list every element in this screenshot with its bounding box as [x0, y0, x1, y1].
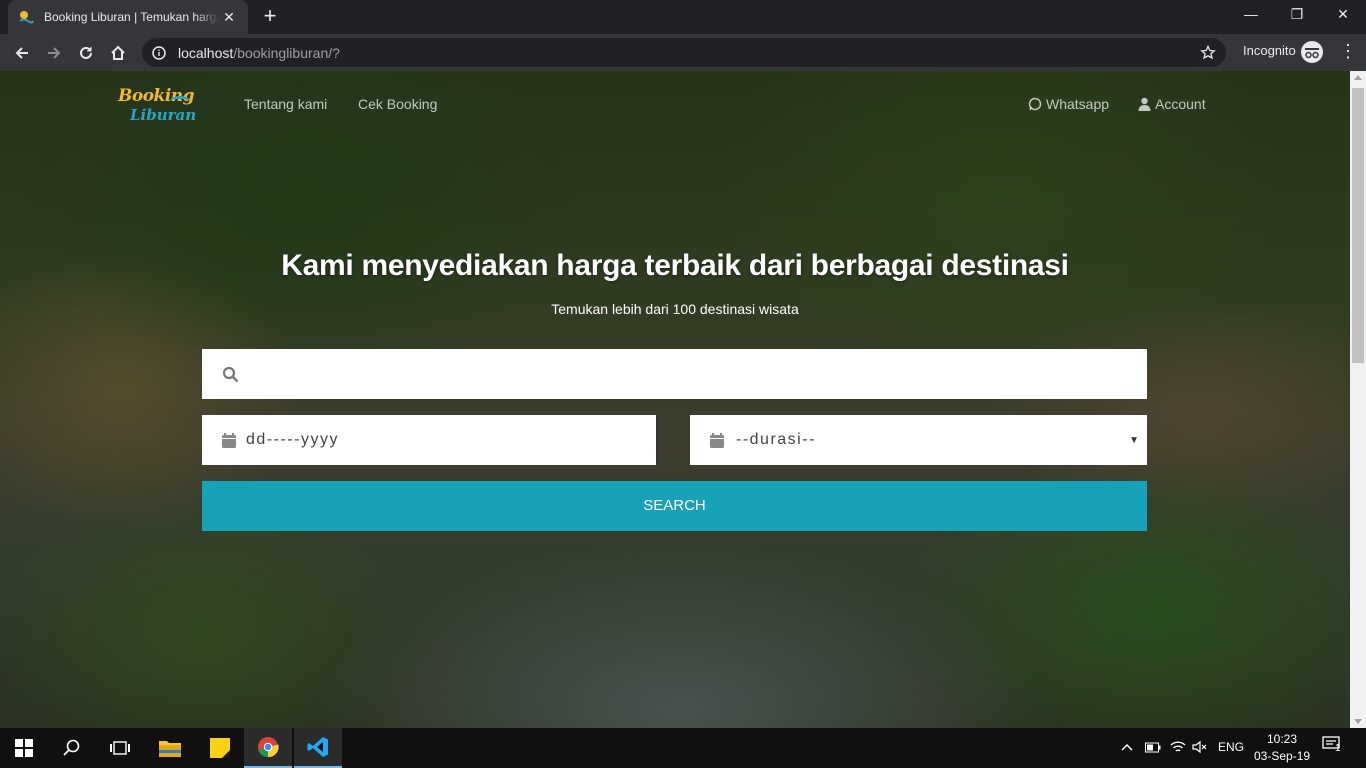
logo-wave-icon — [170, 96, 190, 106]
incognito-label: Incognito — [1243, 43, 1296, 58]
whatsapp-icon — [1028, 97, 1042, 111]
arrow-left-icon — [15, 47, 28, 59]
page-scrollbar[interactable] — [1350, 71, 1366, 728]
windows-logo-icon — [15, 739, 33, 757]
url-text[interactable]: localhost/bookingliburan/? — [178, 45, 340, 61]
hero-title: Kami menyediakan harga terbaik dari berb… — [281, 249, 1069, 282]
duration-value: --durasi-- — [736, 431, 816, 448]
date-field[interactable]: dd-----yyyy — [202, 415, 658, 465]
start-button[interactable] — [0, 728, 48, 768]
clock-date[interactable]: 03-Sep-19 — [1254, 749, 1310, 763]
reload-button[interactable] — [72, 39, 100, 67]
notification-count: 1 — [1335, 743, 1341, 754]
browser-tab[interactable]: Booking Liburan | Temukan harga terbaik … — [8, 0, 248, 34]
nav-cek-booking[interactable]: Cek Booking — [358, 96, 437, 112]
date-placeholder: dd-----yyyy — [246, 431, 339, 448]
bookmark-star-icon[interactable] — [1200, 44, 1216, 61]
taskbar-search-button[interactable] — [48, 728, 96, 768]
calendar-icon — [222, 432, 236, 448]
taskbar-vscode[interactable] — [294, 728, 342, 768]
tab-close-icon[interactable]: ✕ — [220, 9, 238, 26]
info-icon[interactable] — [152, 45, 166, 60]
back-button[interactable] — [8, 39, 36, 67]
nav-account[interactable]: Account — [1138, 96, 1206, 112]
hero-section: Booking Liburan Tentang kami Cek Booking… — [0, 71, 1350, 728]
sticky-notes-icon — [210, 738, 230, 758]
search-icon — [63, 739, 80, 756]
forward-button[interactable] — [40, 39, 68, 67]
taskbar-file-explorer[interactable] — [146, 728, 194, 768]
browser-toolbar: localhost/bookingliburan/? Incognito ⋮ — [0, 34, 1366, 71]
battery-icon[interactable] — [1145, 742, 1161, 753]
taskbar-sticky-notes[interactable] — [196, 728, 244, 768]
site-logo[interactable]: Booking Liburan — [118, 86, 196, 132]
user-icon — [1138, 97, 1151, 111]
scroll-up-icon[interactable] — [1354, 75, 1362, 80]
hero-subtitle: Temukan lebih dari 100 destinasi wisata — [551, 301, 799, 317]
browser-titlebar: Booking Liburan | Temukan harga terbaik … — [0, 0, 1366, 34]
search-input[interactable] — [251, 349, 1147, 399]
arrow-right-icon — [48, 47, 61, 59]
home-icon — [111, 45, 125, 60]
action-center-button[interactable]: 1 — [1322, 736, 1346, 760]
windows-taskbar: ENG 10:23 03-Sep-19 1 — [0, 728, 1366, 768]
home-button[interactable] — [104, 39, 132, 67]
chrome-icon — [258, 737, 279, 758]
incognito-icon[interactable] — [1301, 41, 1323, 63]
clock-time[interactable]: 10:23 — [1267, 732, 1297, 746]
nav-tentang-kami[interactable]: Tentang kami — [244, 96, 327, 112]
tab-title: Booking Liburan | Temukan harga terbaik — [44, 10, 220, 24]
search-icon — [222, 366, 239, 382]
language-indicator[interactable]: ENG — [1218, 740, 1244, 754]
wifi-icon[interactable] — [1170, 740, 1186, 754]
address-bar[interactable]: localhost/bookingliburan/? — [142, 38, 1226, 67]
site-favicon-icon — [18, 9, 34, 25]
duration-select[interactable]: --durasi-- ▼ — [690, 415, 1147, 465]
folder-icon — [159, 741, 181, 757]
scroll-thumb[interactable] — [1352, 88, 1364, 363]
maximize-button[interactable]: ❐ — [1274, 0, 1320, 30]
calendar-icon — [710, 432, 724, 448]
vscode-icon — [307, 737, 328, 757]
chevron-up-icon[interactable] — [1121, 742, 1133, 752]
task-view-button[interactable] — [96, 728, 144, 768]
chrome-menu-icon[interactable]: ⋮ — [1338, 40, 1358, 66]
close-window-button[interactable]: ✕ — [1320, 0, 1366, 30]
new-tab-button[interactable]: + — [258, 4, 282, 30]
speaker-muted-icon[interactable] — [1192, 740, 1208, 754]
nav-whatsapp[interactable]: Whatsapp — [1028, 96, 1109, 112]
reload-icon — [80, 46, 92, 59]
taskbar-chrome[interactable] — [244, 728, 292, 768]
scroll-down-icon[interactable] — [1354, 719, 1362, 724]
search-button[interactable]: SEARCH — [202, 481, 1147, 531]
dropdown-arrow-icon: ▼ — [1129, 435, 1139, 446]
task-view-icon — [110, 741, 130, 755]
destination-search-field[interactable] — [202, 349, 1147, 399]
minimize-button[interactable]: — — [1228, 0, 1274, 30]
